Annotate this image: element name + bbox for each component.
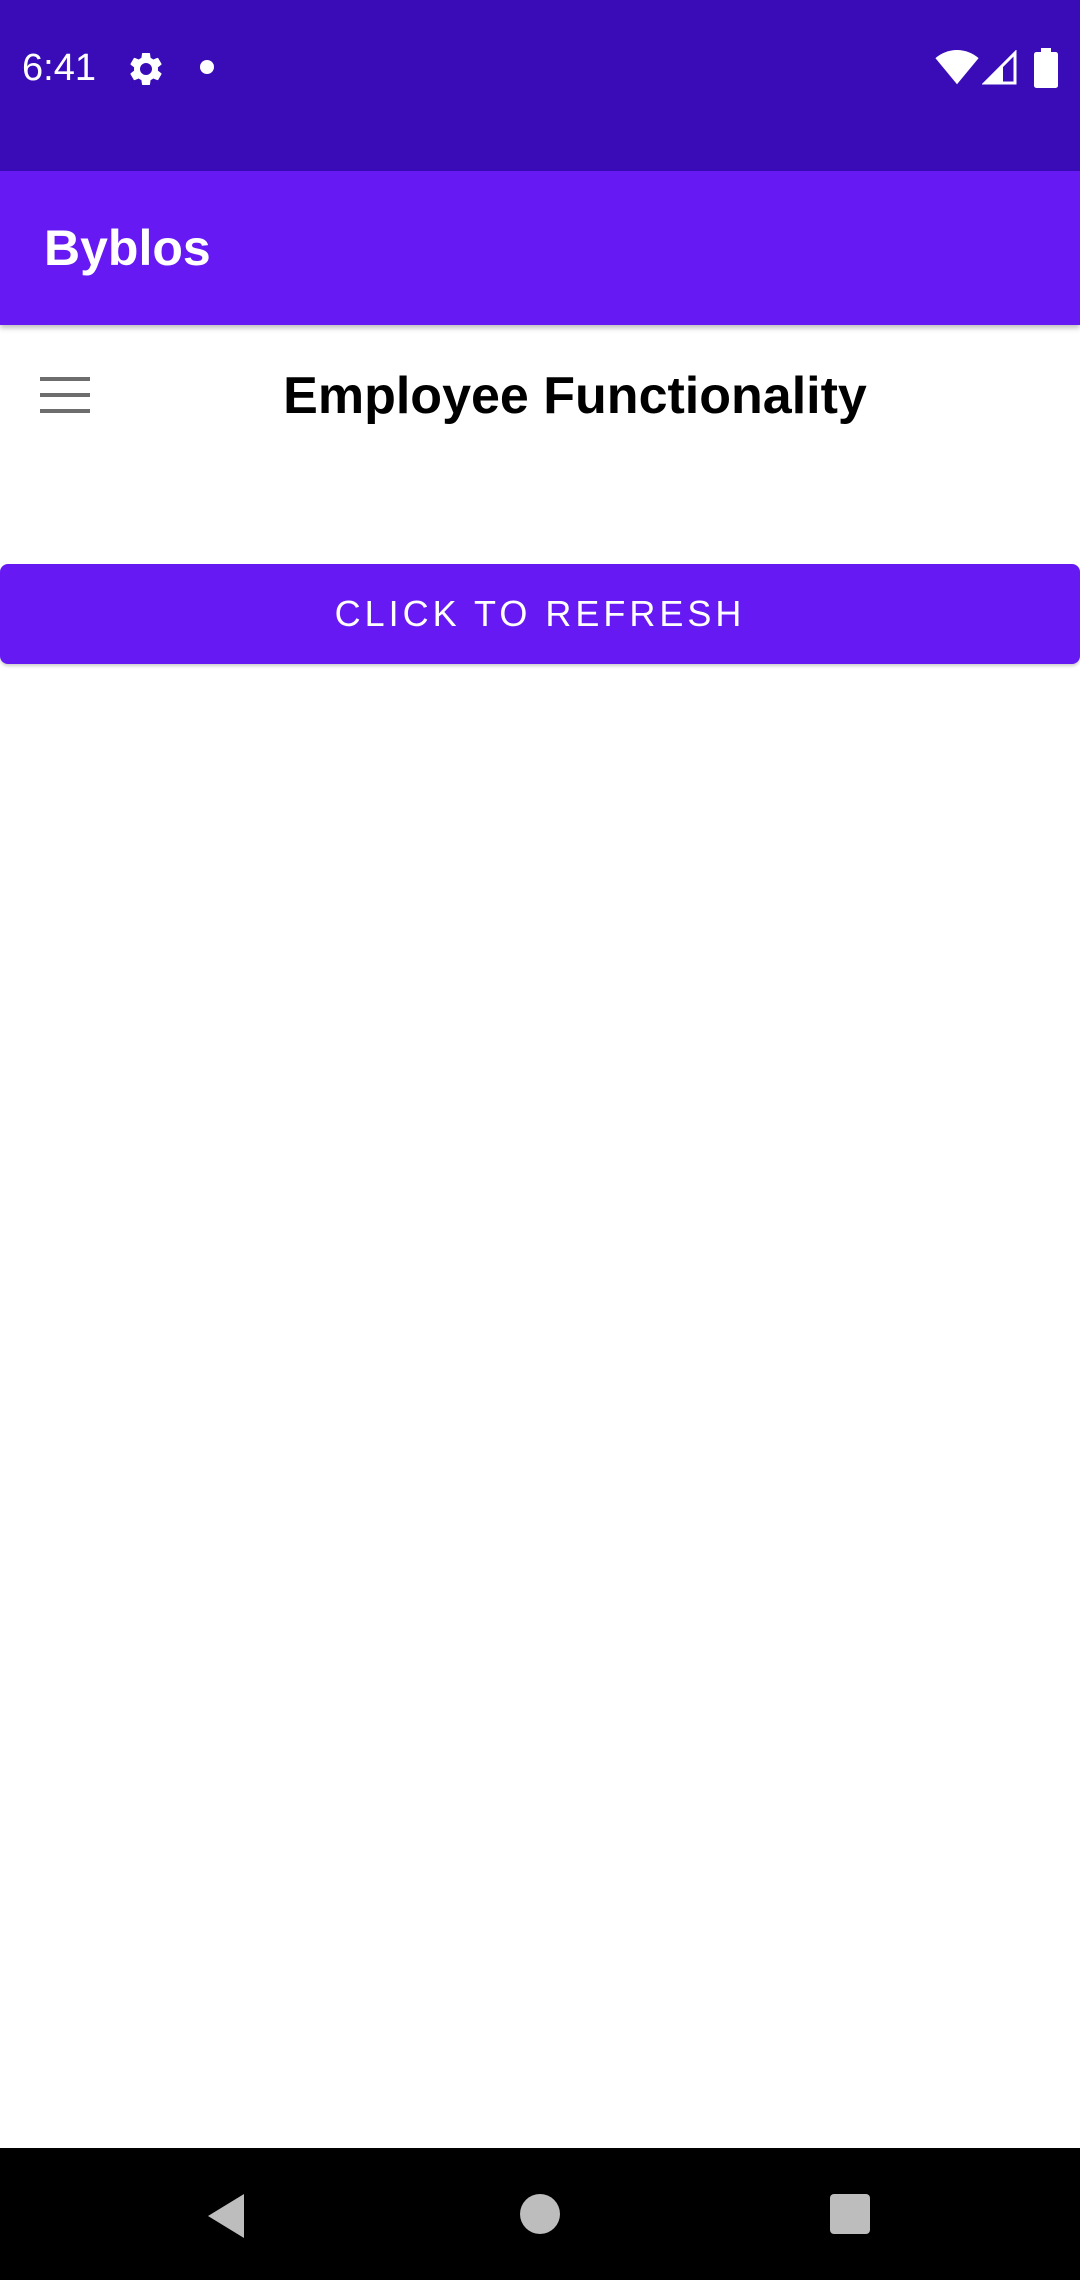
wifi-icon: [935, 50, 979, 85]
status-bar: 6:41: [0, 0, 1080, 171]
hamburger-menu-icon[interactable]: [36, 372, 96, 422]
notification-dot-icon: [200, 60, 214, 74]
back-icon[interactable]: [204, 2192, 248, 2240]
navigation-bar: [0, 2148, 1080, 2280]
recents-icon[interactable]: [830, 2194, 870, 2234]
status-time: 6:41: [22, 47, 96, 89]
gear-icon: [130, 52, 162, 85]
home-icon[interactable]: [520, 2194, 560, 2234]
page-title: Employee Functionality: [283, 367, 867, 425]
app-bar: Byblos: [0, 171, 1080, 325]
battery-icon: [1034, 48, 1058, 88]
app-title: Byblos: [44, 220, 211, 276]
refresh-button[interactable]: CLICK TO REFRESH: [0, 564, 1080, 664]
signal-icon: [982, 50, 1017, 85]
